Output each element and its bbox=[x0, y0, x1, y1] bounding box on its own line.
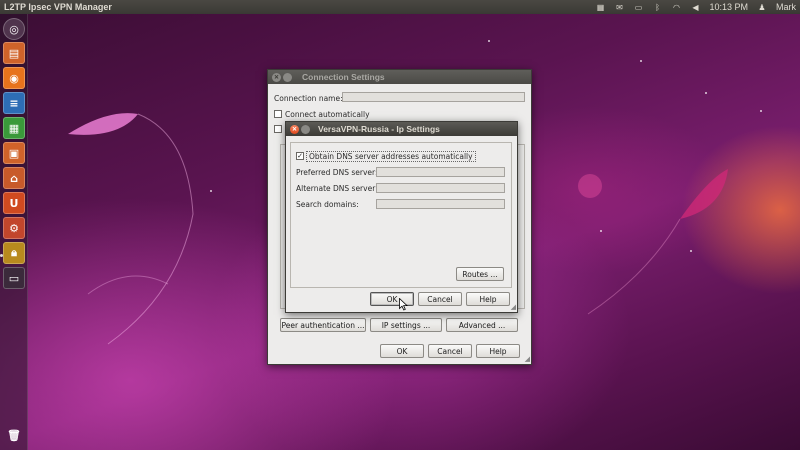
vpn-lock-icon[interactable]: 🔒︎ bbox=[3, 242, 25, 264]
wifi-icon[interactable]: ◠ bbox=[671, 3, 681, 12]
battery-icon[interactable]: ▭ bbox=[633, 3, 643, 12]
alternate-dns-label: Alternate DNS server: bbox=[296, 184, 378, 193]
system-tray: ▦ ✉ ▭ ᛒ ◠ ◀ 10:13 PM ♟ Mark bbox=[595, 0, 796, 14]
app-title: L2TP Ipsec VPN Manager bbox=[4, 2, 112, 12]
peer-authentication-button[interactable]: Peer authentication ... bbox=[280, 318, 366, 332]
close-icon[interactable]: ✕ bbox=[272, 72, 281, 82]
workspace-icon[interactable]: ▭ bbox=[3, 267, 25, 289]
star bbox=[600, 230, 602, 232]
search-domains-label: Search domains: bbox=[296, 200, 359, 209]
preferred-dns-field[interactable] bbox=[376, 167, 505, 177]
option-checkbox[interactable] bbox=[274, 125, 282, 133]
window-title: Connection Settings bbox=[302, 72, 385, 82]
mail-icon[interactable]: ✉ bbox=[614, 3, 624, 12]
software-center-icon[interactable]: ⌂ bbox=[3, 167, 25, 189]
advanced-button[interactable]: Advanced ... bbox=[446, 318, 518, 332]
star bbox=[760, 110, 762, 112]
connection-settings-titlebar[interactable]: ✕ Connection Settings bbox=[268, 70, 531, 84]
top-panel: L2TP Ipsec VPN Manager ▦ ✉ ▭ ᛒ ◠ ◀ 10:13… bbox=[0, 0, 800, 14]
bluetooth-icon[interactable]: ᛒ bbox=[652, 3, 662, 12]
mouse-cursor-icon bbox=[399, 298, 408, 311]
help-button[interactable]: Help bbox=[466, 292, 510, 306]
star bbox=[640, 60, 642, 62]
resize-grip-icon[interactable]: ◢ bbox=[511, 303, 516, 311]
help-button[interactable]: Help bbox=[476, 344, 520, 358]
ip-settings-button[interactable]: IP settings ... bbox=[370, 318, 442, 332]
volume-icon[interactable]: ◀ bbox=[690, 3, 700, 12]
trash-icon[interactable]: 🗑︎ bbox=[3, 424, 25, 446]
obtain-dns-checkbox[interactable]: ✓ bbox=[296, 152, 304, 160]
connection-name-label: Connection name: bbox=[274, 94, 343, 103]
connect-auto-label: Connect automatically bbox=[285, 110, 370, 119]
ubuntu-one-icon[interactable]: U bbox=[3, 192, 25, 214]
settings-icon[interactable]: ⚙ bbox=[3, 217, 25, 239]
window-title: VersaVPN-Russia - Ip Settings bbox=[318, 124, 440, 134]
dash-icon[interactable]: ◎ bbox=[3, 18, 25, 40]
ok-button[interactable]: OK bbox=[380, 344, 424, 358]
minimize-icon[interactable] bbox=[301, 124, 310, 134]
star bbox=[705, 92, 707, 94]
ip-settings-titlebar[interactable]: ✕ VersaVPN-Russia - Ip Settings bbox=[286, 122, 517, 136]
close-icon[interactable]: ✕ bbox=[290, 124, 299, 134]
user-icon: ♟ bbox=[758, 2, 766, 12]
search-domains-field[interactable] bbox=[376, 199, 505, 209]
launcher: ◎ ▤ ◉ ≡ ▦ ▣ ⌂ U ⚙ 🔒︎ ▭ 🗑︎ bbox=[0, 14, 28, 450]
minimize-icon[interactable] bbox=[283, 72, 292, 82]
files-icon[interactable]: ▤ bbox=[3, 42, 25, 64]
star bbox=[488, 40, 490, 42]
routes-button[interactable]: Routes ... bbox=[456, 267, 504, 281]
ip-settings-window: ✕ VersaVPN-Russia - Ip Settings ✓ Obtain… bbox=[285, 121, 518, 313]
alternate-dns-field[interactable] bbox=[376, 183, 505, 193]
star bbox=[210, 190, 212, 192]
obtain-dns-label: Obtain DNS server addresses automaticall… bbox=[306, 151, 476, 162]
network-icon[interactable]: ▦ bbox=[595, 3, 605, 12]
preferred-dns-label: Preferred DNS server: bbox=[296, 168, 378, 177]
connection-name-field[interactable] bbox=[342, 92, 525, 102]
firefox-icon[interactable]: ◉ bbox=[3, 67, 25, 89]
clock[interactable]: 10:13 PM bbox=[709, 2, 748, 12]
connect-auto-checkbox[interactable] bbox=[274, 110, 282, 118]
writer-icon[interactable]: ≡ bbox=[3, 92, 25, 114]
star bbox=[690, 250, 692, 252]
calc-icon[interactable]: ▦ bbox=[3, 117, 25, 139]
cancel-button[interactable]: Cancel bbox=[418, 292, 462, 306]
user-name[interactable]: Mark bbox=[776, 2, 796, 12]
impress-icon[interactable]: ▣ bbox=[3, 142, 25, 164]
cancel-button[interactable]: Cancel bbox=[428, 344, 472, 358]
resize-grip-icon[interactable]: ◢ bbox=[525, 355, 530, 363]
